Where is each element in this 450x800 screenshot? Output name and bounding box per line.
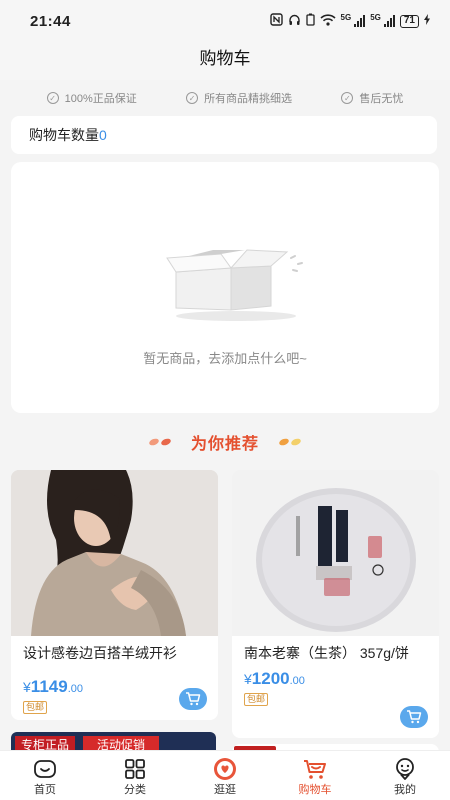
guarantee-strip: ✓ 100%正品保证 ✓ 所有商品精挑细选 ✓ 售后无忧 bbox=[0, 86, 450, 110]
status-time: 21:44 bbox=[30, 12, 71, 30]
cart-count-value: 0 bbox=[99, 127, 107, 143]
bottom-tab-bar: 首页 分类 逛逛 购物车 我的 bbox=[0, 750, 450, 800]
header: 购物车 bbox=[0, 42, 450, 80]
tab-cart[interactable]: 购物车 bbox=[270, 751, 360, 800]
network-type-1: 5G bbox=[340, 12, 352, 22]
leaf-decoration-icon bbox=[278, 437, 302, 447]
wifi-icon bbox=[319, 13, 336, 29]
charging-icon bbox=[424, 14, 430, 28]
check-circle-icon: ✓ bbox=[341, 92, 354, 104]
browse-icon bbox=[212, 757, 238, 781]
guarantee-item: ✓ 售后无忧 bbox=[341, 90, 403, 106]
status-bar: 21:44 5G 5G 71 bbox=[0, 0, 450, 42]
guarantee-label: 售后无忧 bbox=[359, 93, 404, 105]
product-name[interactable]: 设计感卷边百搭羊绒开衫 bbox=[11, 636, 218, 663]
leaf-decoration-icon bbox=[148, 437, 172, 447]
check-circle-icon: ✓ bbox=[186, 92, 199, 104]
signal-icon-2 bbox=[383, 15, 395, 27]
battery-saver-icon bbox=[305, 13, 315, 29]
price-currency: ¥ bbox=[23, 679, 31, 695]
empty-cart-card: 暂无商品，去添加点什么吧~ bbox=[11, 162, 439, 413]
tab-label: 我的 bbox=[394, 784, 416, 796]
recommend-header: 为你推荐 bbox=[0, 428, 450, 456]
guarantee-item: ✓ 100%正品保证 bbox=[46, 90, 137, 106]
cart-icon bbox=[302, 757, 328, 781]
product-card[interactable]: 南本老寨（生茶） 357g/饼 ¥1200.00 包邮 bbox=[232, 470, 439, 738]
nfc-icon bbox=[269, 13, 283, 29]
add-to-cart-button[interactable] bbox=[400, 706, 428, 728]
tab-category[interactable]: 分类 bbox=[90, 751, 180, 800]
category-icon bbox=[122, 757, 148, 781]
headphone-icon bbox=[288, 13, 301, 29]
network-type-2: 5G bbox=[370, 12, 381, 22]
page-title: 购物车 bbox=[199, 49, 251, 68]
free-shipping-badge: 包邮 bbox=[244, 693, 269, 706]
guarantee-item: ✓ 所有商品精挑细选 bbox=[186, 90, 292, 106]
tab-label: 购物车 bbox=[298, 784, 332, 796]
add-to-cart-button[interactable] bbox=[179, 688, 207, 710]
product-image[interactable] bbox=[232, 470, 439, 636]
recommend-title: 为你推荐 bbox=[190, 436, 259, 453]
empty-box-icon bbox=[161, 244, 311, 322]
price-decimal: .00 bbox=[289, 675, 305, 687]
cart-count-label: 购物车数量 bbox=[29, 127, 99, 143]
status-icons: 5G 5G 71 bbox=[269, 12, 430, 29]
free-shipping-badge: 包邮 bbox=[23, 701, 48, 714]
home-icon bbox=[32, 757, 58, 781]
product-price: ¥1200.00 bbox=[232, 669, 439, 689]
signal-icon-1 bbox=[354, 15, 366, 27]
price-currency: ¥ bbox=[244, 671, 252, 687]
tab-browse[interactable]: 逛逛 bbox=[180, 751, 270, 800]
cart-count-card: 购物车数量 0 bbox=[11, 116, 437, 154]
product-card[interactable]: 设计感卷边百搭羊绒开衫 ¥1149.00 包邮 bbox=[11, 470, 218, 720]
cart-icon bbox=[407, 710, 422, 724]
cart-icon bbox=[186, 692, 201, 706]
product-image[interactable] bbox=[11, 470, 218, 636]
price-decimal: .00 bbox=[67, 683, 83, 695]
tab-profile[interactable]: 我的 bbox=[360, 751, 450, 800]
tab-label: 分类 bbox=[124, 784, 146, 796]
tab-home[interactable]: 首页 bbox=[0, 751, 90, 800]
price-integer: 1149 bbox=[30, 677, 68, 696]
empty-message: 暂无商品，去添加点什么吧~ bbox=[143, 351, 307, 366]
tab-label: 首页 bbox=[34, 784, 56, 796]
check-circle-icon: ✓ bbox=[46, 92, 59, 104]
tab-label: 逛逛 bbox=[214, 784, 236, 796]
guarantee-label: 100%正品保证 bbox=[64, 93, 137, 105]
battery-level: 71 bbox=[399, 14, 419, 28]
guarantee-label: 所有商品精挑细选 bbox=[204, 93, 293, 105]
price-integer: 1200 bbox=[251, 669, 290, 688]
profile-icon bbox=[392, 757, 418, 781]
product-name[interactable]: 南本老寨（生茶） 357g/饼 bbox=[232, 636, 439, 663]
